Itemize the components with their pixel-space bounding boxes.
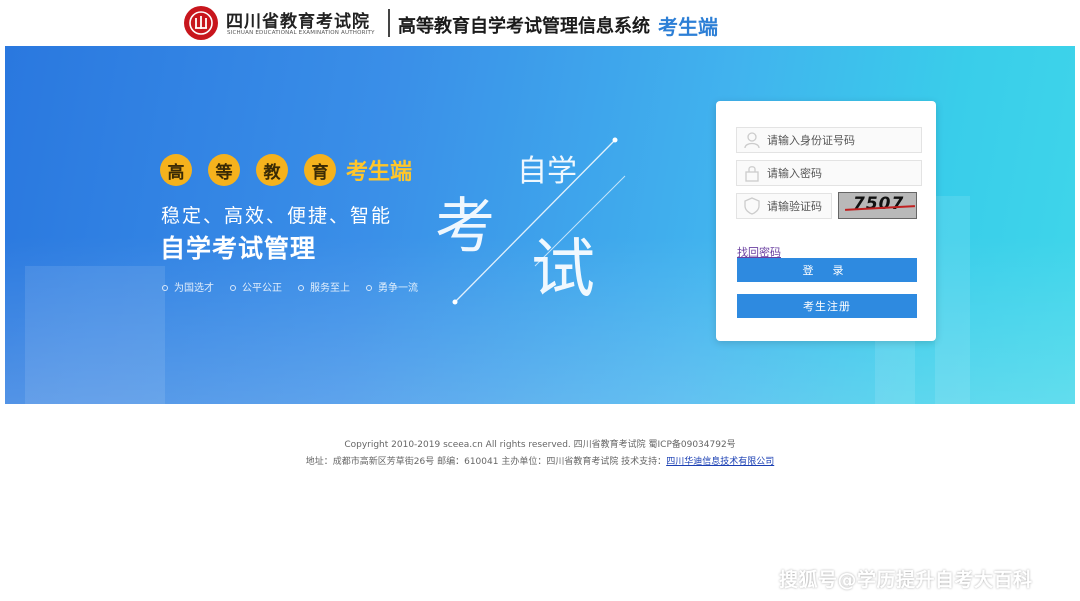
org-name-en: SICHUAN EDUCATIONAL EXAMINATION AUTHORIT… [227,30,375,36]
login-panel: 7507 找回密码 登 录 考生注册 [716,101,936,341]
system-role: 考生端 [658,15,718,39]
value-item: 勇争一流 [366,279,418,294]
tech-support-link[interactable]: 四川华迪信息技术有限公司 [666,457,774,467]
bullet-icon [230,285,236,291]
banner-slogan: 稳定、高效、便捷、智能 [161,205,393,227]
id-number-field[interactable] [736,127,922,153]
value-item: 服务至上 [298,279,350,294]
bullet-icon [162,285,168,291]
header-divider [388,9,390,37]
badge-char: 育 [304,154,336,186]
captcha-image[interactable]: 7507 [838,192,917,219]
badge-role: 考生端 [346,160,413,185]
site-header: 四川省教育考试院 SICHUAN EDUCATIONAL EXAMINATION… [0,0,1080,46]
bullet-icon [298,285,304,291]
captcha-field[interactable] [736,193,832,219]
badge-char: 等 [208,154,240,186]
footer-address: 地址：成都市高新区芳草街26号 邮编：610041 主办单位：四川省教育考试院 … [305,457,667,467]
value-item: 为国选才 [162,279,214,294]
shield-icon [737,194,767,218]
bullet-icon [366,285,372,291]
lock-icon [737,161,767,185]
captcha-input[interactable] [767,194,829,218]
password-input[interactable] [767,161,917,185]
register-button[interactable]: 考生注册 [737,294,917,318]
seal-logo-icon [184,6,218,40]
login-button[interactable]: 登 录 [737,258,917,282]
watermark: 搜狐号@学历提升自考大百科 [779,569,1033,591]
art-text-shi: 试 [531,233,595,307]
footer-address-line: 地址：成都市高新区芳草街26号 邮编：610041 主办单位：四川省教育考试院 … [0,454,1080,467]
password-field[interactable] [736,160,922,186]
badge-char: 教 [256,154,288,186]
system-name: 高等教育自学考试管理信息系统 [398,16,650,37]
user-icon [737,128,767,152]
badge-char: 高 [160,154,192,186]
captcha-code: 7507 [853,194,905,214]
org-name-cn: 四川省教育考试院 [226,12,370,32]
footer-copyright: Copyright 2010-2019 sceea.cn All rights … [344,440,736,450]
art-text-zixue: 自学 [517,154,577,189]
banner-headline: 自学考试管理 [160,234,317,263]
art-text-kao: 考 [435,192,495,262]
values-list: 为国选才 公平公正 服务至上 勇争一流 [162,279,434,294]
id-number-input[interactable] [767,128,917,152]
value-item: 公平公正 [230,279,282,294]
badge-row: 高 等 教 育 考生端 [160,154,412,186]
